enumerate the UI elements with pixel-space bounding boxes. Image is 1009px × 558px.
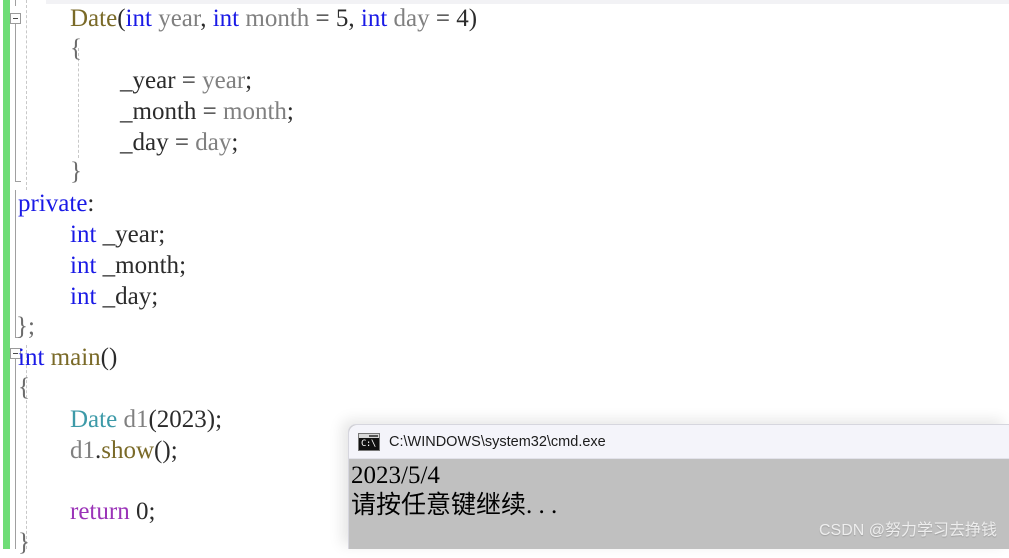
code-token: _day (120, 129, 169, 156)
code-token: int (125, 5, 152, 32)
code-token: ; (148, 498, 156, 525)
code-token: (); (154, 437, 178, 464)
code-token: int (18, 344, 45, 371)
code-token: = (196, 98, 224, 125)
code-token: } (18, 529, 30, 556)
code-token: month (245, 5, 310, 32)
code-token: , (348, 5, 361, 32)
code-token: d1 (123, 406, 149, 433)
code-token: month (223, 98, 287, 125)
code-token: _month (102, 252, 180, 279)
code-token: main (50, 344, 101, 371)
code-line-main-close-brace[interactable]: } (0, 528, 30, 558)
code-token: 0 (135, 498, 149, 525)
cmd-console-icon: C:\ (358, 432, 380, 451)
code-line-ctor-signature[interactable]: Date(int year, int month = 5, int day = … (0, 4, 477, 34)
code-token: ; (286, 98, 294, 125)
code-token: , (200, 5, 213, 32)
code-line-main-open-brace[interactable]: { (0, 373, 30, 403)
code-token: _year (102, 221, 159, 248)
code-token: ; (151, 283, 159, 310)
code-token: ; (245, 67, 253, 94)
code-token: 2023 (156, 406, 207, 433)
code-line-return-statement[interactable]: return 0; (0, 497, 155, 527)
cmd-icon-titlebar (359, 433, 379, 438)
code-token: _month (120, 98, 197, 125)
code-line-member-year[interactable]: int _year; (0, 220, 165, 250)
code-line-assign-year[interactable]: _year = year; (0, 66, 252, 96)
code-token: : (87, 190, 95, 217)
code-token: int (70, 252, 97, 279)
code-token: ; (231, 129, 239, 156)
cmd-console-window[interactable]: C:\ C:\WINDOWS\system32\cmd.exe 2023/5/4… (348, 424, 1009, 549)
code-token: day (393, 5, 430, 32)
code-token: ) (468, 5, 478, 32)
code-token: ( (117, 5, 126, 32)
code-token: ; (158, 221, 166, 248)
code-line-ctor-close-brace[interactable]: } (0, 157, 82, 187)
code-token: = (168, 129, 196, 156)
code-token: _day (102, 283, 152, 310)
code-token: { (18, 374, 30, 401)
console-output-area[interactable]: 2023/5/4 请按任意键继续. . . (349, 459, 1009, 549)
code-token: = (309, 5, 336, 32)
code-token: d1 (70, 437, 95, 464)
code-token: int (70, 283, 97, 310)
code-token: } (70, 158, 82, 185)
code-token: year (202, 67, 246, 94)
code-token: int (212, 5, 240, 32)
console-output-line: 请按任意键继续. . . (351, 492, 558, 519)
code-token: int (360, 5, 388, 32)
code-line-call-show[interactable]: d1.show(); (0, 436, 178, 466)
code-token: ); (206, 406, 223, 433)
code-token: day (195, 129, 232, 156)
code-token: show (101, 437, 155, 464)
code-token: 4 (456, 5, 469, 32)
code-token: private (18, 190, 88, 217)
code-token: 5 (335, 5, 349, 32)
code-token: = (175, 67, 203, 94)
code-line-member-month[interactable]: int _month; (0, 251, 186, 281)
code-line-member-day[interactable]: int _day; (0, 282, 158, 312)
code-line-main-signature[interactable]: int main() (0, 343, 117, 373)
code-token: }; (16, 313, 35, 340)
code-line-access-private[interactable]: private: (0, 189, 94, 219)
code-token: = (429, 5, 457, 32)
console-output-line: 2023/5/4 (351, 462, 440, 489)
code-token: { (70, 35, 82, 62)
code-token: Date (70, 5, 118, 32)
code-token: ( (148, 406, 157, 433)
code-token: _year (120, 67, 176, 94)
code-token: return (70, 498, 130, 525)
code-token: Date (70, 406, 118, 433)
code-token: year (158, 5, 201, 32)
code-line-ctor-open-brace[interactable]: { (0, 34, 82, 64)
code-line-class-close[interactable]: }; (0, 312, 35, 342)
code-line-assign-month[interactable]: _month = month; (0, 97, 294, 127)
cmd-icon-prompt-glyph: C:\ (361, 438, 376, 449)
code-line-assign-day[interactable]: _day = day; (0, 128, 238, 158)
code-token: int (70, 221, 97, 248)
code-token: () (100, 344, 118, 371)
console-title-bar[interactable]: C:\ C:\WINDOWS\system32\cmd.exe (349, 425, 1009, 459)
console-title-text: C:\WINDOWS\system32\cmd.exe (389, 433, 606, 450)
code-line-decl-d1[interactable]: Date d1(2023); (0, 405, 222, 435)
code-token: ; (179, 252, 187, 279)
